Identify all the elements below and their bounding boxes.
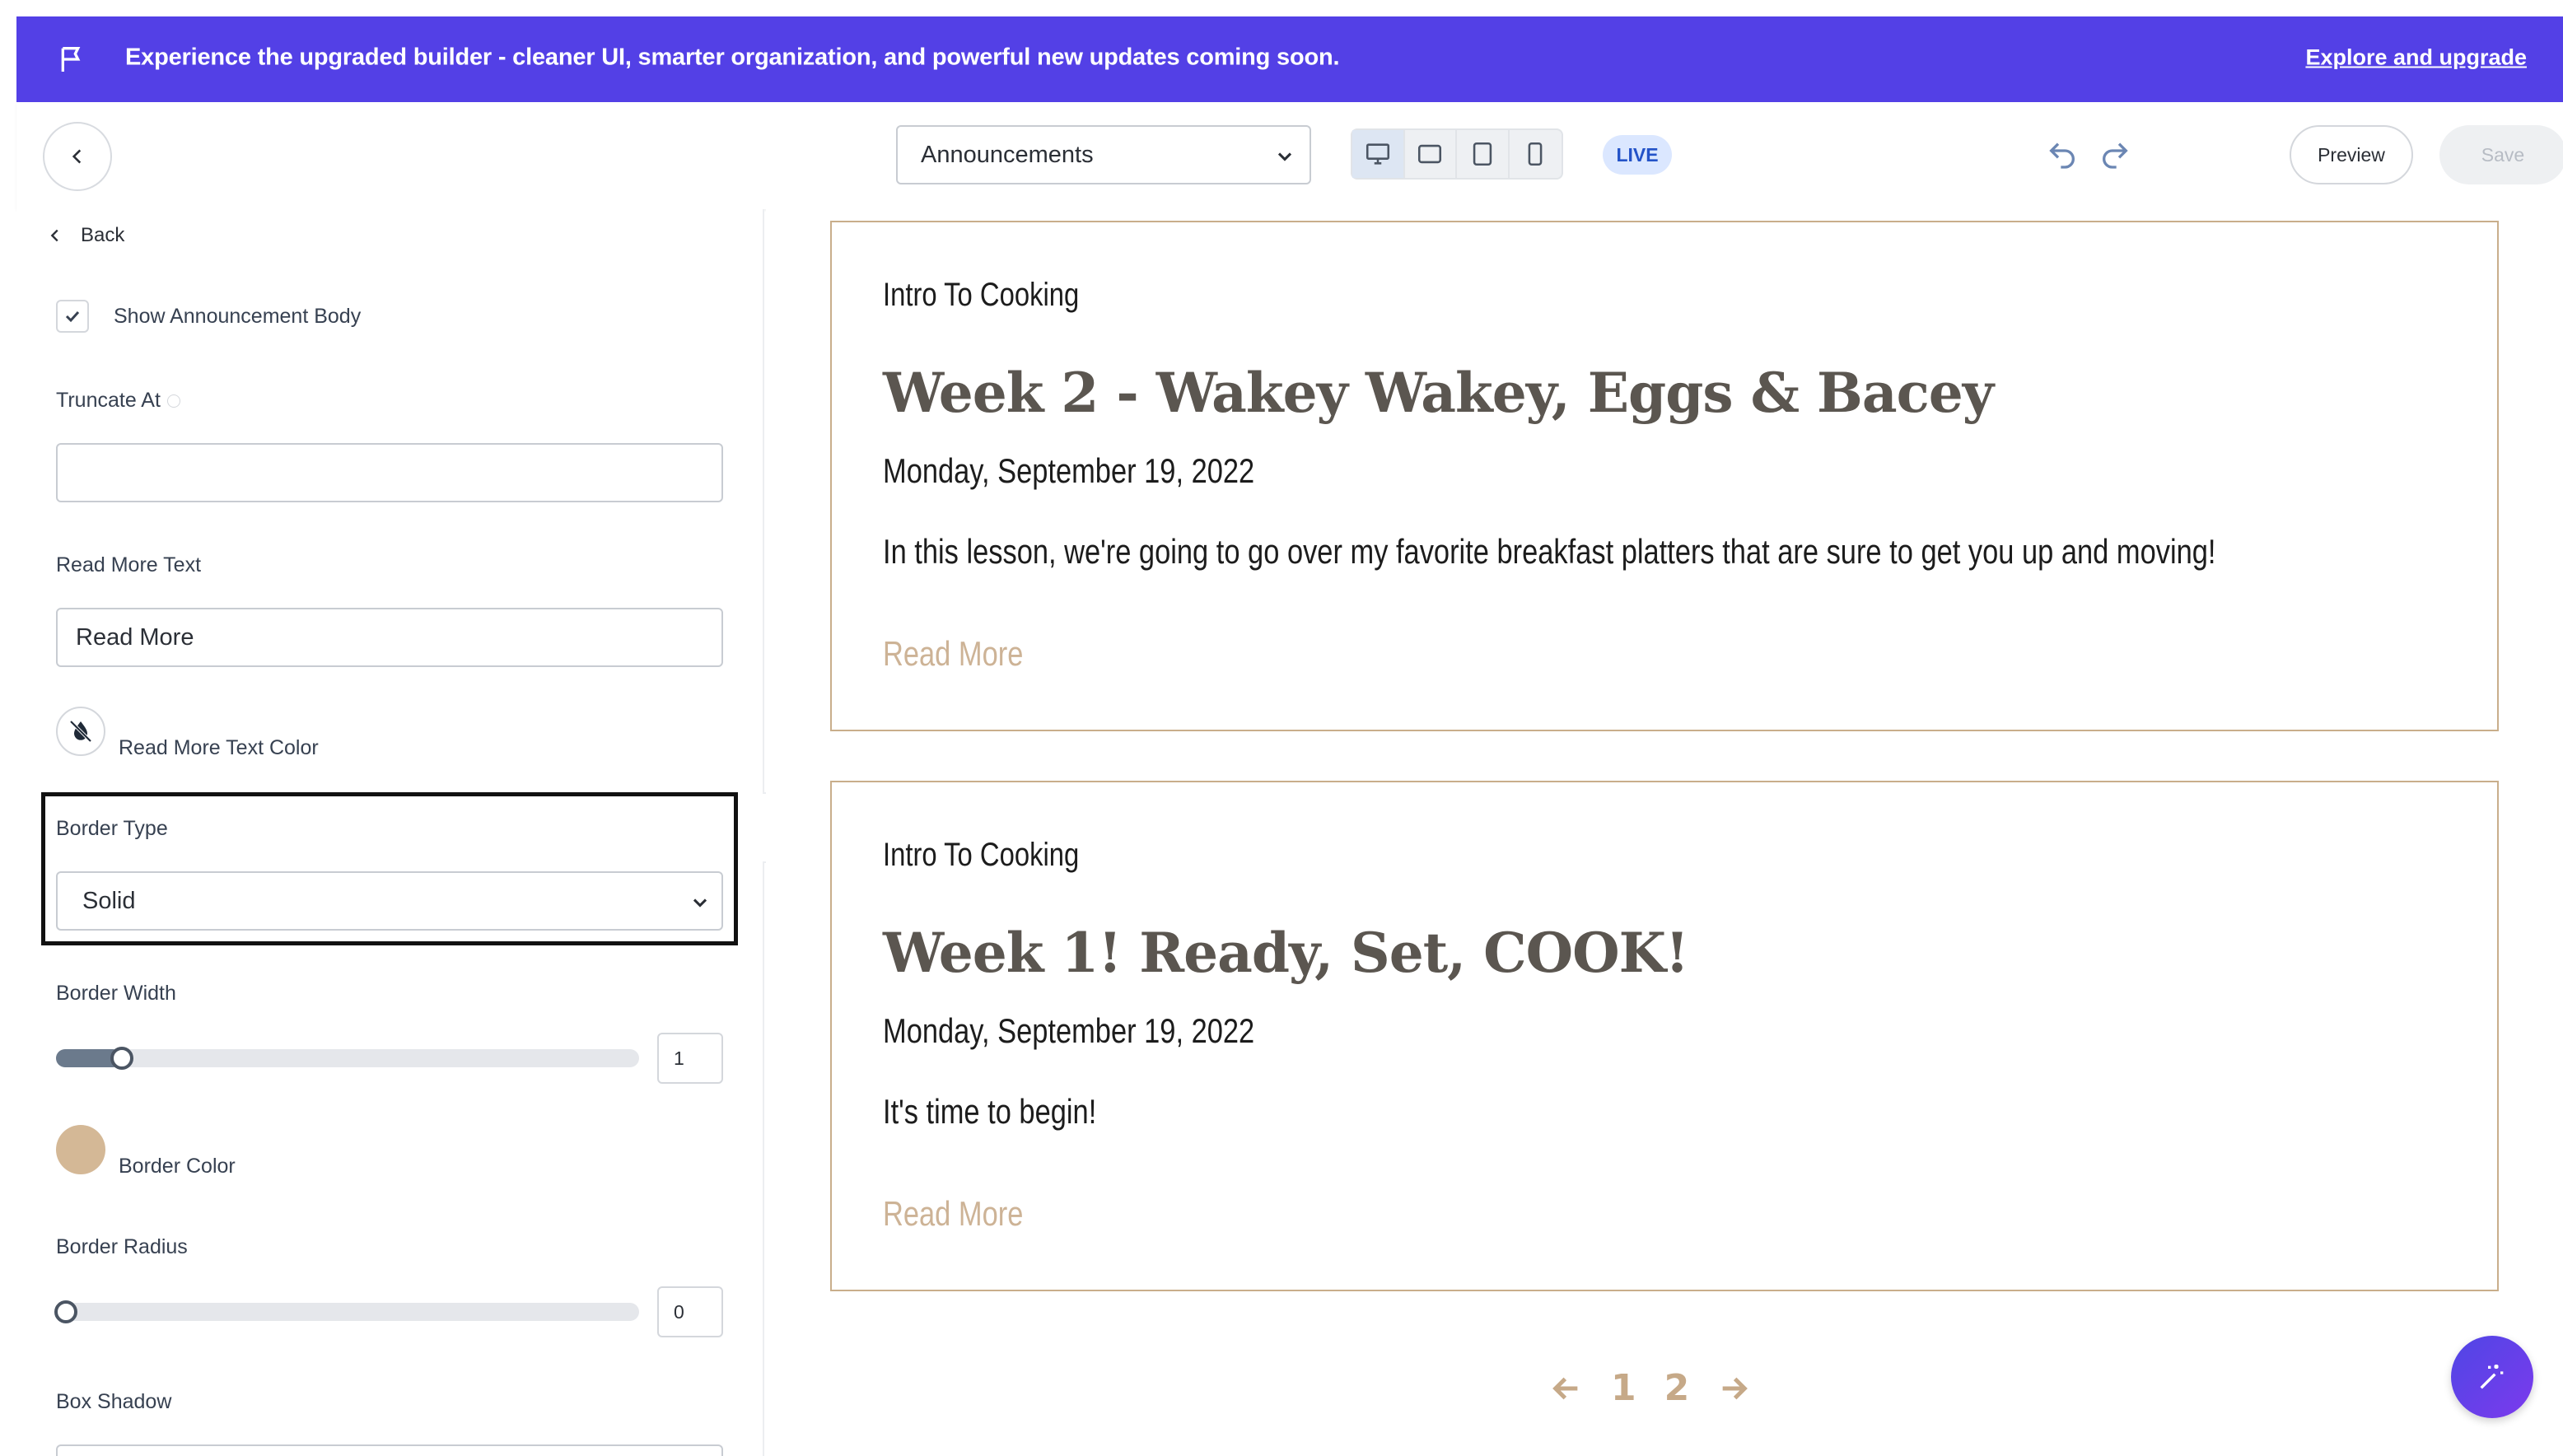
chevron-down-icon xyxy=(693,898,707,908)
undo-icon[interactable] xyxy=(2046,138,2079,171)
redo-icon[interactable] xyxy=(2098,138,2131,171)
page-select[interactable]: Announcements xyxy=(896,125,1311,184)
announcement-card: Intro To Cooking Week 2 - Wakey Wakey, E… xyxy=(830,221,2499,731)
announcement-date: Monday, September 19, 2022 xyxy=(883,451,1255,490)
border-width-slider-thumb[interactable] xyxy=(110,1047,133,1070)
page-select-value: Announcements xyxy=(921,141,1094,168)
truncate-label-row: Truncate At xyxy=(56,389,180,413)
mobile-icon xyxy=(1528,142,1543,166)
border-width-slider[interactable] xyxy=(56,1047,639,1070)
announcement-category: Intro To Cooking xyxy=(883,277,1080,313)
magic-wand-icon xyxy=(2480,1365,2504,1389)
announcement-title: Week 1! Ready, Set, COOK! xyxy=(883,921,1689,985)
box-shadow-label: Box Shadow xyxy=(56,1390,172,1413)
chevron-left-icon xyxy=(72,149,82,164)
box-shadow-select[interactable] xyxy=(56,1444,723,1456)
read-more-color-swatch[interactable] xyxy=(56,707,105,756)
tablet-icon xyxy=(1473,142,1492,166)
announcement-body: In this lesson, we're going to go over m… xyxy=(883,532,2216,571)
device-mobile-button[interactable] xyxy=(1510,130,1562,178)
announcement-card: Intro To Cooking Week 1! Ready, Set, COO… xyxy=(830,781,2499,1291)
border-width-label: Border Width xyxy=(56,982,176,1005)
border-width-input[interactable]: 1 xyxy=(657,1033,723,1084)
border-type-label: Border Type xyxy=(56,817,168,840)
read-more-text-label: Read More Text xyxy=(56,553,202,576)
device-tablet-button[interactable] xyxy=(1457,130,1510,178)
read-more-text-input[interactable]: Read More xyxy=(56,608,723,667)
border-color-label: Border Color xyxy=(119,1155,236,1178)
pagination: 1 2 xyxy=(1550,1367,1750,1409)
upgrade-banner: Experience the upgraded builder - cleane… xyxy=(16,16,2563,102)
builder-toolbar: Announcements LIVE Preview Save xyxy=(16,102,2563,209)
flag-icon xyxy=(61,47,81,72)
banner-message: Experience the upgraded builder - cleane… xyxy=(125,44,1340,71)
explore-upgrade-link[interactable]: Explore and upgrade xyxy=(2305,45,2527,71)
truncate-label: Truncate At xyxy=(56,389,161,412)
live-badge: LIVE xyxy=(1603,135,1672,175)
desktop-icon xyxy=(1366,143,1389,165)
border-radius-slider-thumb[interactable] xyxy=(54,1300,77,1323)
truncate-input[interactable] xyxy=(56,443,723,502)
announcement-body: It's time to begin! xyxy=(883,1092,1097,1131)
border-radius-label: Border Radius xyxy=(56,1235,188,1258)
border-type-value: Solid xyxy=(82,887,136,914)
preview-button[interactable]: Preview xyxy=(2290,125,2413,184)
page-1-link[interactable]: 1 xyxy=(1611,1367,1636,1409)
device-switcher xyxy=(1351,128,1563,180)
save-button[interactable]: Save xyxy=(2439,125,2563,184)
show-body-checkbox[interactable] xyxy=(56,300,89,333)
chevron-left-icon xyxy=(50,229,58,242)
preview-canvas: Intro To Cooking Week 2 - Wakey Wakey, E… xyxy=(766,209,2563,1456)
announcement-category: Intro To Cooking xyxy=(883,837,1080,873)
read-more-link[interactable]: Read More xyxy=(883,1194,1023,1234)
arrow-right-icon[interactable] xyxy=(1717,1372,1750,1405)
exit-builder-button[interactable] xyxy=(43,122,112,191)
show-body-label: Show Announcement Body xyxy=(114,304,362,328)
device-desktop-button[interactable] xyxy=(1352,130,1405,178)
announcement-date: Monday, September 19, 2022 xyxy=(883,1011,1255,1050)
read-more-color-label: Read More Text Color xyxy=(119,736,319,759)
device-tablet-landscape-button[interactable] xyxy=(1405,130,1457,178)
info-icon[interactable] xyxy=(166,394,180,408)
back-link[interactable]: Back xyxy=(46,224,124,247)
settings-panel: Back Show Announcement Body Truncate At … xyxy=(16,209,764,1456)
announcement-title: Week 2 - Wakey Wakey, Eggs & Bacey xyxy=(883,361,1994,425)
border-type-select[interactable]: Solid xyxy=(56,871,723,931)
chevron-down-icon xyxy=(1277,152,1292,161)
arrow-left-icon[interactable] xyxy=(1550,1372,1583,1405)
page-2-link[interactable]: 2 xyxy=(1664,1367,1690,1409)
checkmark-icon xyxy=(65,310,80,323)
ai-assistant-button[interactable] xyxy=(2451,1336,2533,1418)
show-body-row: Show Announcement Body xyxy=(56,300,361,333)
tablet-landscape-icon xyxy=(1418,144,1442,164)
read-more-link[interactable]: Read More xyxy=(883,634,1023,674)
border-radius-input[interactable]: 0 xyxy=(657,1286,723,1337)
no-color-icon xyxy=(69,720,92,743)
border-color-swatch[interactable] xyxy=(56,1125,105,1174)
back-label: Back xyxy=(81,224,125,246)
border-radius-slider[interactable] xyxy=(54,1300,639,1323)
